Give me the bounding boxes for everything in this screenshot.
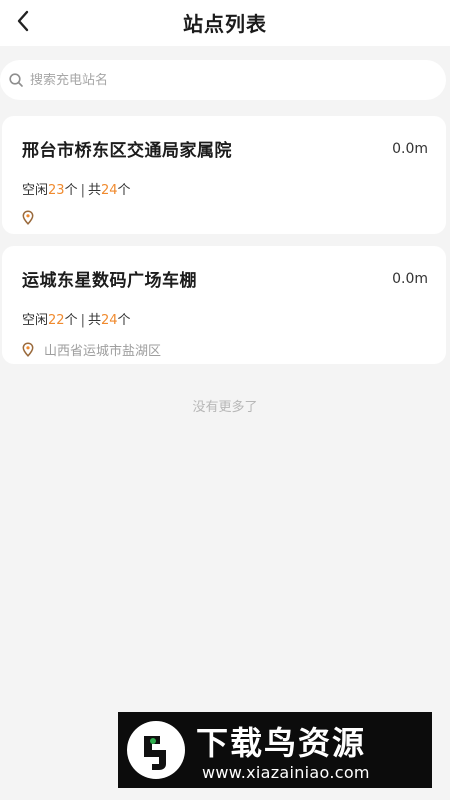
station-card[interactable]: 运城东星数码广场车棚 0.0m 空闲22个 | 共24个 山西省运城市盐湖区 (2, 246, 446, 364)
availability-separator: | (80, 313, 85, 328)
availability-row: 空闲23个 | 共24个 (22, 179, 428, 198)
idle-unit: 个 (64, 183, 78, 198)
total-label: 共 (87, 183, 101, 198)
watermark-url: www.xiazainiao.com (202, 763, 370, 782)
bird-logo-icon (127, 721, 185, 779)
total-unit: 个 (117, 313, 131, 328)
location-pin-icon (22, 210, 34, 225)
idle-label: 空闲 (22, 183, 49, 198)
station-distance: 0.0m (392, 140, 428, 157)
address-row: 山西省运城市盐湖区 (22, 340, 428, 359)
address-row (22, 210, 428, 225)
watermark-banner: 下载鸟资源 www.xiazainiao.com (118, 712, 432, 788)
total-count: 24 (100, 183, 118, 198)
station-card-header: 邢台市桥东区交通局家属院 0.0m (22, 136, 428, 162)
page-title: 站点列表 (183, 12, 267, 36)
total-count: 24 (100, 313, 118, 328)
station-address: 山西省运城市盐湖区 (44, 344, 162, 359)
search-bar[interactable] (0, 60, 446, 100)
location-pin-icon (22, 342, 34, 357)
search-icon (9, 73, 23, 87)
idle-unit: 个 (64, 313, 78, 328)
list-end-message: 没有更多了 (192, 400, 258, 415)
header-bar: 站点列表 (0, 0, 450, 46)
availability-separator: | (80, 183, 85, 198)
app-screen: 站点列表 邢台市桥东区交通局家属院 0.0m 空闲23个|共24个 运城东星数码… (0, 0, 450, 800)
watermark-title: 下载鸟资源 (196, 724, 367, 762)
station-card-header: 运城东星数码广场车棚 0.0m (22, 266, 428, 292)
total-label: 共 (87, 313, 101, 328)
availability-row: 空闲22个 | 共24个 (22, 309, 428, 328)
station-card[interactable]: 邢台市桥东区交通局家属院 0.0m 空闲23个 | 共24个 (2, 116, 446, 234)
idle-count: 22 (48, 313, 65, 328)
search-input[interactable] (30, 72, 410, 88)
station-name: 邢台市桥东区交通局家属院 (22, 141, 232, 161)
idle-count: 23 (48, 183, 65, 198)
idle-label: 空闲 (22, 313, 49, 328)
station-name: 运城东星数码广场车棚 (22, 271, 197, 291)
station-distance: 0.0m (392, 270, 428, 287)
total-unit: 个 (117, 183, 131, 198)
